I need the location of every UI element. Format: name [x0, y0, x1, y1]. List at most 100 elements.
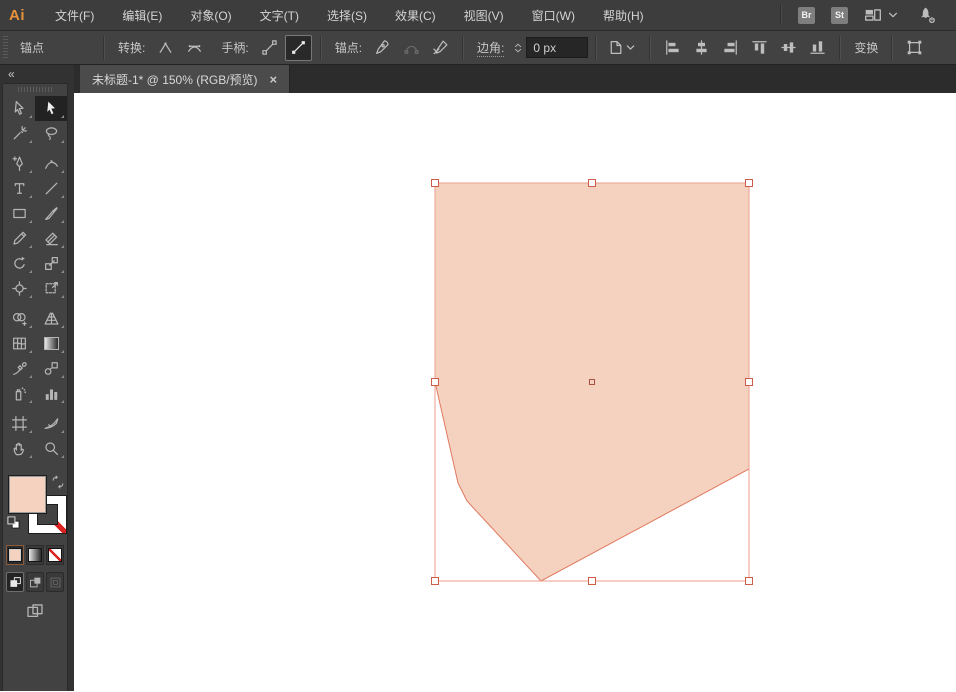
mesh-tool[interactable] — [3, 331, 35, 356]
free-transform-tool[interactable] — [35, 276, 67, 301]
rectangle-tool[interactable] — [3, 201, 35, 226]
document-tab-bar: 未标题-1* @ 150% (RGB/预览) × — [74, 65, 956, 93]
selection-handle[interactable] — [431, 577, 439, 585]
control-bar-grip[interactable] — [3, 35, 8, 60]
bridge-button[interactable]: Br — [798, 6, 815, 24]
menu-item-3[interactable]: 文字(T) — [246, 7, 313, 24]
align-top-button[interactable] — [746, 35, 773, 61]
width-tool[interactable] — [3, 276, 35, 301]
menu-item-5[interactable]: 效果(C) — [381, 7, 450, 24]
magic-wand-tool[interactable] — [3, 121, 35, 146]
stock-button[interactable]: St — [831, 6, 848, 24]
align-right-button[interactable] — [717, 35, 744, 61]
tool-grid — [3, 96, 67, 461]
selection-tool[interactable] — [3, 96, 35, 121]
lasso-tool[interactable] — [35, 121, 67, 146]
chevron-down-icon — [884, 6, 902, 24]
gpu-performance-icon[interactable] — [918, 6, 936, 24]
fill-swatch[interactable] — [8, 475, 47, 514]
rotate-tool[interactable] — [3, 251, 35, 276]
gradient-tool[interactable] — [35, 331, 67, 356]
blend-tool[interactable] — [35, 356, 67, 381]
shaper-tool[interactable] — [3, 226, 35, 251]
canvas[interactable] — [74, 93, 956, 691]
perspective-grid-tool[interactable] — [35, 306, 67, 331]
selection-handle[interactable] — [745, 577, 753, 585]
document-tab[interactable]: 未标题-1* @ 150% (RGB/预览) × — [80, 65, 291, 93]
gradient-button[interactable] — [26, 545, 44, 565]
none-chip — [48, 548, 62, 562]
transform-panel-button[interactable]: 变换 — [854, 39, 878, 56]
convert-label: 转换: — [118, 41, 146, 55]
selection-handle[interactable] — [588, 179, 596, 187]
corner-stepper[interactable] — [512, 40, 524, 56]
draw-behind-button[interactable] — [26, 572, 44, 592]
default-swatches-icon[interactable] — [6, 515, 21, 530]
handles-button-group — [255, 34, 313, 61]
isolate-bounding-box-button[interactable] — [901, 35, 928, 61]
select-similar-button[interactable] — [605, 35, 641, 61]
scale-tool[interactable] — [35, 251, 67, 276]
shape-builder-tool[interactable] — [3, 306, 35, 331]
convert-corner-button[interactable] — [152, 35, 179, 61]
type-tool[interactable] — [3, 176, 35, 201]
convert-smooth-button[interactable] — [181, 35, 208, 61]
selection-handle[interactable] — [431, 378, 439, 386]
swap-fill-stroke-icon[interactable] — [51, 475, 65, 489]
collapse-panel-button[interactable]: « — [0, 65, 74, 83]
hand-tool[interactable] — [3, 436, 35, 461]
cut-path-button[interactable] — [427, 35, 454, 61]
align-center-horizontal-button[interactable] — [688, 35, 715, 61]
eraser-tool[interactable] — [35, 226, 67, 251]
menu-item-4[interactable]: 选择(S) — [313, 7, 381, 24]
menu-item-0[interactable]: 文件(F) — [41, 7, 108, 24]
selection-handle[interactable] — [745, 378, 753, 386]
color-button[interactable] — [6, 545, 24, 565]
menu-item-1[interactable]: 编辑(E) — [108, 7, 176, 24]
divider — [891, 35, 894, 60]
align-bottom-button[interactable] — [804, 35, 831, 61]
eyedropper-tool[interactable] — [3, 356, 35, 381]
corner-label[interactable]: 边角: — [477, 39, 505, 57]
zoom-tool[interactable] — [35, 436, 67, 461]
divider — [649, 35, 652, 60]
screen-mode-button[interactable] — [3, 602, 67, 620]
menu-item-7[interactable]: 窗口(W) — [518, 7, 589, 24]
line-segment-tool[interactable] — [35, 176, 67, 201]
menubar-right: Br St — [780, 5, 956, 25]
document-area: 未标题-1* @ 150% (RGB/预览) × — [74, 65, 956, 691]
handles-hide-button[interactable] — [284, 34, 312, 61]
menu-item-8[interactable]: 帮助(H) — [589, 7, 658, 24]
none-button[interactable] — [46, 545, 64, 565]
selection-handle[interactable] — [431, 179, 439, 187]
anchor-button-group — [368, 35, 455, 61]
app-logo: Ai — [9, 6, 25, 24]
workspace-switcher-button[interactable] — [864, 6, 902, 24]
selection-handle[interactable] — [588, 577, 596, 585]
artwork-layer — [431, 179, 753, 585]
curvature-tool[interactable] — [35, 151, 67, 176]
direct-selection-tool[interactable] — [35, 96, 67, 121]
symbol-sprayer-tool[interactable] — [3, 381, 35, 406]
paintbrush-tool[interactable] — [35, 201, 67, 226]
artboard-tool[interactable] — [3, 411, 35, 436]
draw-normal-button[interactable] — [6, 572, 24, 592]
illustrator-window: Ai 文件(F) 编辑(E) 对象(O) 文字(T) 选择(S) 效果(C) 视图(V) 窗口… — [0, 0, 956, 691]
menu-item-6[interactable]: 视图(V) — [450, 7, 518, 24]
slice-tool[interactable] — [35, 411, 67, 436]
align-middle-vertical-button[interactable] — [775, 35, 802, 61]
column-graph-tool[interactable] — [35, 381, 67, 406]
corner-radius-input[interactable]: 0 px — [526, 37, 589, 58]
handles-show-button[interactable] — [256, 35, 283, 61]
align-left-button[interactable] — [659, 35, 686, 61]
menu-item-2[interactable]: 对象(O) — [176, 7, 245, 24]
toolbox-grip[interactable] — [18, 87, 52, 92]
align-button-group — [658, 35, 832, 61]
shape-center-point[interactable] — [589, 379, 595, 385]
close-tab-icon[interactable]: × — [270, 72, 278, 87]
convert-button-group — [151, 35, 209, 61]
pen-tool[interactable] — [3, 151, 35, 176]
selection-handle[interactable] — [745, 179, 753, 187]
remove-anchor-button[interactable] — [369, 35, 396, 61]
divider — [462, 35, 465, 60]
